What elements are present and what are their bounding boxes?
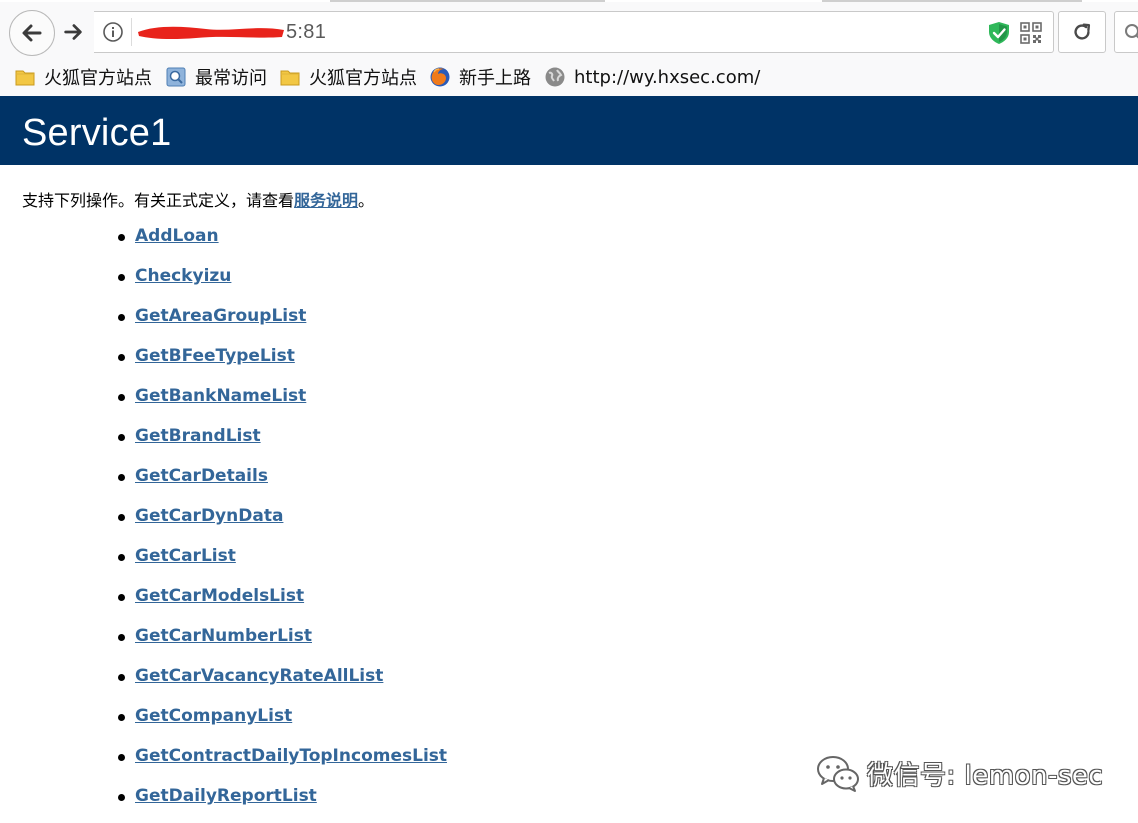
search-icon [1125,24,1138,39]
bullet-icon [118,514,125,521]
globe-icon [545,67,565,87]
search-input[interactable] [1114,11,1138,53]
forward-button[interactable] [58,17,88,47]
info-icon[interactable] [102,21,124,43]
qr-code-icon[interactable] [1020,22,1042,44]
bullet-icon [118,754,125,761]
folder-icon [15,70,35,86]
back-button[interactable] [9,10,55,56]
navigation-toolbar: 5:81 [0,2,1138,58]
reload-icon [1074,23,1091,40]
operation-link[interactable]: Checkyizu [135,266,231,286]
arrow-right-icon [64,24,82,40]
bookmark-firefox-official-2[interactable]: 火狐官方站点 [279,65,417,89]
operation-link[interactable]: GetBFeeTypeList [135,346,295,366]
page-title: Service1 [22,112,172,154]
intro-end: 。 [358,191,375,210]
bookmark-label: 火狐官方站点 [44,68,152,89]
bullet-icon [118,434,125,441]
operation-link[interactable]: GetContractDailyTopIncomesList [135,746,447,766]
redaction-mark [138,26,284,40]
wechat-icon [817,756,859,792]
bullet-icon [118,794,125,801]
firefox-icon [430,67,450,87]
operation-link[interactable]: AddLoan [135,226,219,246]
operation-link[interactable]: GetCarNumberList [135,626,312,646]
bookmarks-toolbar: 火狐官方站点 最常访问 火狐官方站点 新手上路 http://wy.hxsec.… [0,58,1138,96]
bullet-icon [118,274,125,281]
bullet-icon [118,674,125,681]
intro-sentence: 支持下列操作。有关正式定义，请查看 [22,191,295,210]
folder-icon [280,70,300,86]
page-heading: Service1 [0,96,1138,165]
operation-link[interactable]: GetCarDetails [135,466,268,486]
bookmark-label: 最常访问 [195,68,267,89]
bookmark-label: 新手上路 [459,68,531,89]
operation-link[interactable]: GetCarDynData [135,506,283,526]
arrow-left-icon [22,24,42,42]
bullet-icon [118,554,125,561]
bullet-icon [118,394,125,401]
bookmark-label: http://wy.hxsec.com/ [574,66,761,88]
url-separator [131,18,132,46]
bookmark-label: 火狐官方站点 [309,68,417,89]
bullet-icon [118,714,125,721]
operation-link[interactable]: GetBankNameList [135,386,306,406]
operation-link[interactable]: GetCarVacancyRateAllList [135,666,383,686]
operation-link[interactable]: GetBrandList [135,426,261,446]
operation-link[interactable]: GetDailyReportList [135,786,317,806]
bookmark-getting-started[interactable]: 新手上路 [429,65,531,89]
address-bar[interactable]: 5:81 [94,11,1054,53]
bullet-icon [118,234,125,241]
bullet-icon [118,634,125,641]
url-port: 5:81 [286,21,327,43]
operation-link[interactable]: GetCompanyList [135,706,292,726]
operation-link[interactable]: GetCarModelsList [135,586,304,606]
bullet-icon [118,354,125,361]
shield-icon[interactable] [987,21,1011,45]
operation-link[interactable]: GetCarList [135,546,236,566]
watermark: 微信号: lemon-sec [815,752,1103,794]
intro-text: 支持下列操作。有关正式定义，请查看服务说明。 [22,187,374,211]
watermark-text: 微信号: lemon-sec [867,760,1104,791]
bookmark-most-visited[interactable]: 最常访问 [165,65,267,89]
bookmark-hxsec[interactable]: http://wy.hxsec.com/ [544,65,760,89]
operation-link[interactable]: GetAreaGroupList [135,306,306,326]
service-description-link[interactable]: 服务说明 [294,191,358,210]
most-visited-icon [166,67,186,87]
bullet-icon [118,594,125,601]
bookmark-firefox-official[interactable]: 火狐官方站点 [14,65,152,89]
reload-button[interactable] [1058,11,1106,53]
bullet-icon [118,314,125,321]
bullet-icon [118,474,125,481]
